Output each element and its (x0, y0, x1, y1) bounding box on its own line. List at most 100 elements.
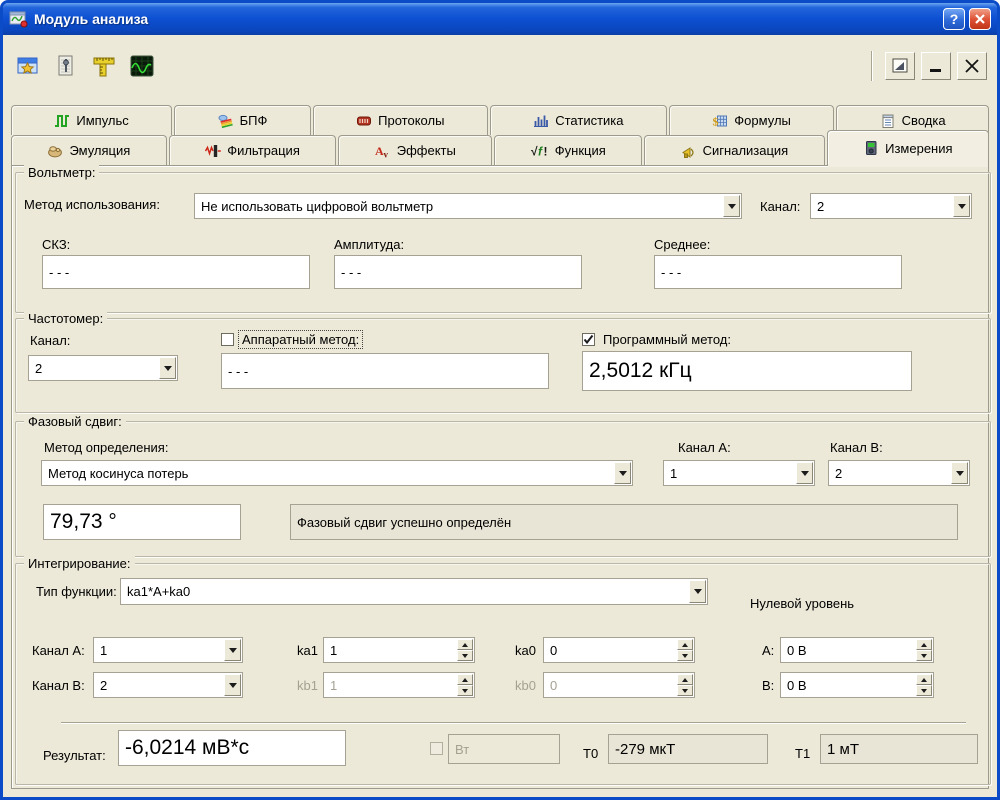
hardware-method-field[interactable]: - - - (221, 353, 549, 389)
rms-field[interactable]: - - - (42, 255, 310, 289)
chevron-down-icon[interactable] (689, 580, 706, 603)
tab-protocols[interactable]: Протоколы (312, 105, 488, 135)
result-field[interactable]: -6,0214 мВ*с (118, 730, 346, 766)
int-channel-b-label: Канал B: (32, 678, 85, 693)
function-type-value: ka1*A+ka0 (127, 584, 191, 599)
tab-label: БПФ (239, 113, 268, 128)
phase-channel-b-value: 2 (835, 465, 843, 481)
freq-channel-value: 2 (35, 360, 43, 376)
tab-label: Фильтрация (227, 143, 300, 158)
tab-function[interactable]: √ f! Функция (494, 135, 643, 165)
spin-up-icon[interactable] (916, 674, 932, 685)
separator-line (61, 722, 966, 724)
chevron-down-icon[interactable] (224, 674, 241, 696)
result-label: Результат: (43, 748, 106, 763)
tab-statistics[interactable]: Статистика (489, 105, 667, 135)
phase-status-field: Фазовый сдвиг успешно определён (290, 504, 958, 540)
tab-measurements[interactable]: Измерения (826, 130, 989, 167)
tab-signaling[interactable]: Сигнализация (644, 135, 825, 165)
spin-up-icon[interactable] (916, 639, 932, 650)
hardware-method-checkbox[interactable] (221, 333, 234, 346)
svg-text:!: ! (543, 144, 547, 158)
spin-down-icon (677, 685, 693, 696)
ruler-button[interactable] (89, 51, 119, 81)
spin-down-icon[interactable] (916, 650, 932, 661)
preview-button[interactable] (885, 52, 915, 80)
tab-label: Измерения (885, 140, 953, 156)
result-value: -6,0214 мВ*с (125, 736, 250, 759)
zero-level-label: Нулевой уровень (750, 596, 855, 611)
spin-down-icon (457, 685, 473, 696)
chevron-down-icon[interactable] (723, 195, 740, 217)
software-method-field[interactable]: 2,5012 кГц (582, 351, 912, 391)
tab-row-2: Эмуляция Фильтрация Av Эффекты √ f! Функц… (11, 130, 989, 167)
tab-formulas[interactable]: $ Формулы (668, 105, 835, 135)
amplitude-field[interactable]: - - - (334, 255, 582, 289)
chevron-down-icon[interactable] (951, 462, 968, 484)
tab-label: Функция (554, 143, 606, 158)
zero-b-spinner[interactable]: 0 В (780, 672, 934, 698)
svg-text:$: $ (713, 114, 719, 128)
ka1-spinner[interactable]: 1 (323, 637, 475, 663)
close-button[interactable] (969, 8, 991, 30)
mean-label: Среднее: (654, 237, 711, 252)
hardware-method-value: - - - (228, 363, 249, 379)
close-x-icon (965, 59, 979, 73)
ruler-icon (93, 57, 115, 77)
help-button[interactable]: ? (943, 8, 965, 30)
zero-a-spinner[interactable]: 0 В (780, 637, 934, 663)
function-type-select[interactable]: ka1*A+ka0 (120, 578, 708, 605)
toolbar-separator (871, 51, 873, 81)
oscilloscope-button[interactable] (127, 51, 157, 81)
chevron-down-icon[interactable] (796, 462, 813, 484)
spin-up-icon[interactable] (677, 639, 693, 650)
tab-label: Сводка (901, 113, 946, 128)
tab-bpf[interactable]: БПФ (174, 105, 311, 135)
tab-label: Формулы (734, 113, 791, 128)
chevron-down-icon[interactable] (159, 357, 176, 379)
journal-button[interactable] (51, 51, 81, 81)
int-channel-a-select[interactable]: 1 (93, 637, 243, 663)
summary-icon (880, 113, 896, 129)
tab-emulation[interactable]: Эмуляция (11, 135, 167, 165)
phase-channel-a-select[interactable]: 1 (663, 460, 815, 486)
window-star-button[interactable] (13, 51, 43, 81)
effects-icon: Av (375, 143, 391, 159)
function-icon: √ f! (531, 143, 549, 159)
svg-text:f: f (538, 144, 543, 158)
mean-value: - - - (661, 264, 682, 280)
measurements-icon (863, 140, 879, 156)
freq-channel-select[interactable]: 2 (28, 355, 178, 381)
spin-down-icon[interactable] (916, 685, 932, 696)
spin-down-icon[interactable] (677, 650, 693, 661)
software-method-checkbox[interactable] (582, 333, 595, 346)
app-icon (9, 9, 29, 29)
phase-result-field[interactable]: 79,73 ° (43, 504, 241, 540)
mean-field[interactable]: - - - (654, 255, 902, 289)
tab-effects[interactable]: Av Эффекты (338, 135, 493, 165)
hardware-method-label[interactable]: Аппаратный метод: (237, 330, 364, 349)
close-window-button[interactable] (957, 52, 987, 80)
voltmeter-channel-select[interactable]: 2 (810, 193, 972, 219)
software-method-label[interactable]: Программный метод: (603, 332, 731, 347)
minimize-button[interactable] (921, 52, 951, 80)
tab-filtration[interactable]: Фильтрация (168, 135, 337, 165)
spin-up-icon[interactable] (457, 639, 473, 650)
chevron-down-icon[interactable] (224, 639, 241, 661)
int-channel-b-select[interactable]: 2 (93, 672, 243, 698)
chevron-down-icon[interactable] (953, 195, 970, 217)
voltmeter-method-select[interactable]: Не использовать цифровой вольтметр (194, 193, 742, 219)
phase-method-select[interactable]: Метод косинуса потерь (41, 460, 633, 486)
zero-a-label: A: (762, 643, 775, 658)
phase-channel-b-select[interactable]: 2 (828, 460, 970, 486)
tab-label: Эмуляция (69, 143, 131, 158)
t1-field: 1 мТ (820, 734, 978, 764)
chevron-down-icon[interactable] (614, 462, 631, 484)
kb0-label: kb0 (515, 678, 536, 693)
tab-impuls[interactable]: Импульс (11, 105, 173, 135)
spin-down-icon[interactable] (457, 650, 473, 661)
window-title: Модуль анализа (34, 11, 149, 27)
int-channel-b-value: 2 (100, 677, 108, 693)
ka0-spinner[interactable]: 0 (543, 637, 695, 663)
kb1-value: 1 (330, 677, 338, 693)
